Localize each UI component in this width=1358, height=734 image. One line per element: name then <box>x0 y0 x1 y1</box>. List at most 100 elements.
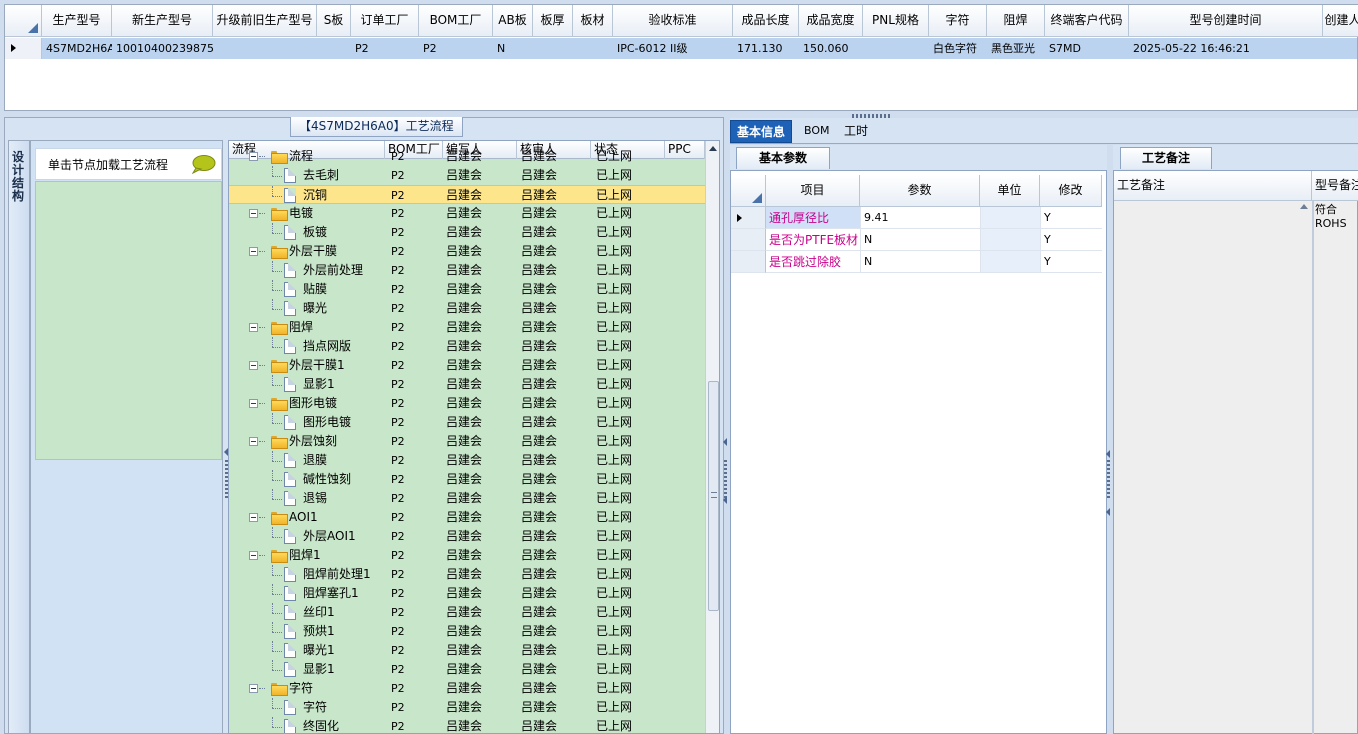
model-cell[interactable]: P2 <box>351 38 419 59</box>
speech-bubble-icon[interactable] <box>190 154 216 174</box>
collapse-toggle-icon[interactable] <box>249 437 258 446</box>
tree-row[interactable]: 预烘1 P2 吕建会 吕建会 已上网 <box>229 622 705 641</box>
model-cell[interactable]: 4S7MD2H6A0 <box>42 38 112 59</box>
tree-row[interactable]: 阻焊塞孔1 P2 吕建会 吕建会 已上网 <box>229 584 705 603</box>
params-corner[interactable] <box>731 175 766 207</box>
tree-row[interactable]: 曝光 P2 吕建会 吕建会 已上网 <box>229 299 705 318</box>
collapse-toggle-icon[interactable] <box>249 323 258 332</box>
model-cell[interactable]: 150.060 <box>799 38 863 59</box>
tree-row[interactable]: 退膜 P2 吕建会 吕建会 已上网 <box>229 451 705 470</box>
collapse-toggle-icon[interactable] <box>249 513 258 522</box>
column-header[interactable]: 验收标准 <box>613 5 733 37</box>
param-row-indicator[interactable] <box>731 229 766 251</box>
column-header[interactable]: 新生产型号 <box>112 5 213 37</box>
tree-row[interactable]: 电镀 P2 吕建会 吕建会 已上网 <box>229 204 705 223</box>
collapse-toggle-icon[interactable] <box>249 684 258 693</box>
scroll-thumb[interactable] <box>708 381 719 611</box>
vertical-splitter-grip-right[interactable] <box>1107 460 1110 500</box>
model-cell[interactable] <box>213 38 317 59</box>
column-header[interactable]: 阻焊 <box>987 5 1045 37</box>
column-header[interactable]: 终端客户代码 <box>1045 5 1129 37</box>
param-row-indicator[interactable] <box>731 251 766 273</box>
column-header[interactable]: 生产型号 <box>42 5 112 37</box>
param-modify-cell[interactable]: Y <box>1040 251 1102 273</box>
tree-row[interactable]: 外层AOI1 P2 吕建会 吕建会 已上网 <box>229 527 705 546</box>
tree-row[interactable]: 阻焊 P2 吕建会 吕建会 已上网 <box>229 318 705 337</box>
collapse-right-arrow-icon[interactable] <box>1106 450 1110 458</box>
tree-row[interactable]: AOI1 P2 吕建会 吕建会 已上网 <box>229 508 705 527</box>
tree-row[interactable]: 阻焊前处理1 P2 吕建会 吕建会 已上网 <box>229 565 705 584</box>
tree-row[interactable]: 显影1 P2 吕建会 吕建会 已上网 <box>229 375 705 394</box>
model-cell[interactable] <box>1323 38 1358 59</box>
tree-row[interactable]: 外层前处理 P2 吕建会 吕建会 已上网 <box>229 261 705 280</box>
model-cell[interactable] <box>533 38 573 59</box>
tab-basic-info[interactable]: 基本信息 <box>730 120 793 143</box>
model-cell[interactable]: 10010400239875 <box>112 38 213 59</box>
model-cell[interactable]: 2025-05-22 16:46:21 <box>1129 38 1323 59</box>
tree-row[interactable]: 图形电镀 P2 吕建会 吕建会 已上网 <box>229 413 705 432</box>
collapse-toggle-icon[interactable] <box>249 152 258 161</box>
column-header[interactable]: 成品宽度 <box>799 5 863 37</box>
tree-row[interactable]: 终固化 P2 吕建会 吕建会 已上网 <box>229 717 705 733</box>
collapse-toggle-icon[interactable] <box>249 399 258 408</box>
model-cell[interactable]: 黑色亚光 <box>987 38 1045 59</box>
column-header[interactable]: 升级前旧生产型号 <box>213 5 317 37</box>
model-cell[interactable]: S7MD <box>1045 38 1129 59</box>
collapse-toggle-icon[interactable] <box>249 247 258 256</box>
tree-row[interactable]: 外层干膜1 P2 吕建会 吕建会 已上网 <box>229 356 705 375</box>
column-header[interactable]: AB板 <box>493 5 533 37</box>
tree-row[interactable]: 阻焊1 P2 吕建会 吕建会 已上网 <box>229 546 705 565</box>
param-column-header[interactable]: 项目 <box>766 175 860 207</box>
grid-corner[interactable] <box>5 5 42 37</box>
collapse-toggle-icon[interactable] <box>249 551 258 560</box>
tree-row[interactable]: 曝光1 P2 吕建会 吕建会 已上网 <box>229 641 705 660</box>
model-cell[interactable]: 白色字符 <box>929 38 987 59</box>
collapse-right-arrow-icon-2[interactable] <box>1106 508 1110 516</box>
model-cell[interactable]: P2 <box>419 38 493 59</box>
tree-row[interactable]: 碱性蚀刻 P2 吕建会 吕建会 已上网 <box>229 470 705 489</box>
column-header[interactable]: 板材 <box>573 5 613 37</box>
tab-hours[interactable]: 工时 <box>838 120 874 143</box>
column-header[interactable]: BOM工厂 <box>419 5 493 37</box>
tree-row[interactable]: 贴膜 P2 吕建会 吕建会 已上网 <box>229 280 705 299</box>
model-cell[interactable] <box>317 38 351 59</box>
param-unit-cell[interactable] <box>980 229 1040 251</box>
tree-row[interactable]: 流程 P2 吕建会 吕建会 已上网 <box>229 147 705 166</box>
model-cell[interactable] <box>573 38 613 59</box>
column-header[interactable]: 创建人 <box>1323 5 1358 37</box>
node-list-area[interactable] <box>35 181 222 460</box>
tab-bom[interactable]: BOM <box>798 120 836 143</box>
param-value-cell[interactable]: N <box>860 251 980 273</box>
tree-row[interactable]: 去毛刺 P2 吕建会 吕建会 已上网 <box>229 166 705 185</box>
column-header[interactable]: 板厚 <box>533 5 573 37</box>
model-cell[interactable]: N <box>493 38 533 59</box>
tree-row[interactable]: 退锡 P2 吕建会 吕建会 已上网 <box>229 489 705 508</box>
param-modify-cell[interactable]: Y <box>1040 229 1102 251</box>
model-cell[interactable]: IPC-6012 II级 <box>613 38 733 59</box>
tab-basic-params[interactable]: 基本参数 <box>736 147 830 169</box>
notes-scroll-up-icon[interactable] <box>1300 204 1308 209</box>
column-header[interactable]: S板 <box>317 5 351 37</box>
param-value-cell[interactable]: 9.41 <box>860 207 980 229</box>
tab-process-notes[interactable]: 工艺备注 <box>1120 147 1212 169</box>
param-modify-cell[interactable]: Y <box>1040 207 1102 229</box>
collapse-middle-arrow-icon[interactable] <box>723 438 727 446</box>
model-cell[interactable] <box>863 38 929 59</box>
column-header[interactable]: 成品长度 <box>733 5 799 37</box>
tree-row-selected[interactable]: 沉铜 P2 吕建会 吕建会 已上网 <box>229 185 705 204</box>
vertical-splitter-grip-middle[interactable] <box>724 460 727 500</box>
param-unit-cell[interactable] <box>980 207 1040 229</box>
tree-row[interactable]: 板镀 P2 吕建会 吕建会 已上网 <box>229 223 705 242</box>
side-tab-design-structure[interactable]: 设计结构 <box>8 140 30 734</box>
scroll-up-arrow-icon[interactable] <box>709 146 717 151</box>
tree-row[interactable]: 字符 P2 吕建会 吕建会 已上网 <box>229 698 705 717</box>
tree-row[interactable]: 挡点网版 P2 吕建会 吕建会 已上网 <box>229 337 705 356</box>
column-header[interactable]: PNL规格 <box>863 5 929 37</box>
column-header[interactable]: 型号创建时间 <box>1129 5 1323 37</box>
tree-row[interactable]: 图形电镀 P2 吕建会 吕建会 已上网 <box>229 394 705 413</box>
collapse-middle-arrow-icon-2[interactable] <box>723 496 727 504</box>
column-header[interactable]: 订单工厂 <box>351 5 419 37</box>
tree-row[interactable]: 字符 P2 吕建会 吕建会 已上网 <box>229 679 705 698</box>
param-column-header[interactable]: 参数 <box>860 175 980 207</box>
param-row-indicator[interactable] <box>731 207 766 229</box>
